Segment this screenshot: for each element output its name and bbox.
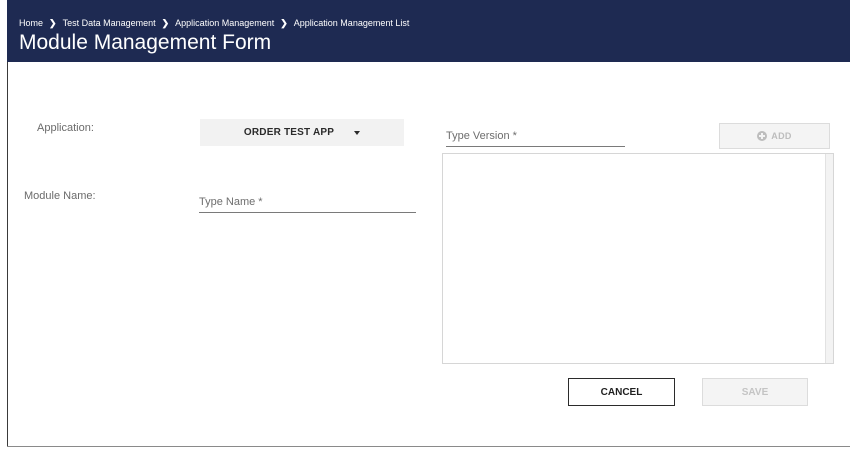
module-name-label: Module Name:	[24, 190, 96, 202]
page-title: Module Management Form	[19, 31, 272, 54]
application-label: Application:	[37, 122, 94, 134]
application-dropdown-value: ORDER TEST APP	[243, 127, 335, 138]
chevron-right-icon: ❯	[161, 18, 170, 28]
add-button-label: ADD	[771, 131, 792, 141]
caret-down-icon	[354, 130, 361, 135]
breadcrumb-application-management-list[interactable]: Application Management List	[294, 17, 410, 29]
content-border-bottom	[7, 446, 850, 447]
plus-circle-icon	[757, 131, 768, 141]
chevron-right-icon: ❯	[49, 18, 57, 28]
breadcrumb-application-management[interactable]: Application Management	[175, 17, 274, 29]
add-version-button[interactable]: ADD	[719, 123, 830, 149]
breadcrumb: Home ❯ Test Data Management ❯ Applicatio…	[19, 17, 409, 29]
save-button[interactable]: SAVE	[702, 378, 808, 406]
application-dropdown[interactable]: ORDER TEST APP	[200, 119, 404, 146]
cancel-button[interactable]: CANCEL	[568, 378, 675, 406]
module-management-page: Home ❯ Test Data Management ❯ Applicatio…	[0, 0, 850, 450]
version-input[interactable]	[446, 130, 625, 147]
chevron-right-icon: ❯	[280, 18, 288, 28]
breadcrumb-home[interactable]: Home	[19, 17, 43, 29]
page-header: Home ❯ Test Data Management ❯ Applicatio…	[7, 0, 850, 62]
content-border-left	[7, 62, 8, 447]
module-name-input[interactable]	[199, 196, 416, 213]
version-list-scrollbar[interactable]	[825, 154, 833, 363]
version-list[interactable]	[442, 153, 834, 364]
breadcrumb-test-data-management[interactable]: Test Data Management	[63, 17, 156, 29]
